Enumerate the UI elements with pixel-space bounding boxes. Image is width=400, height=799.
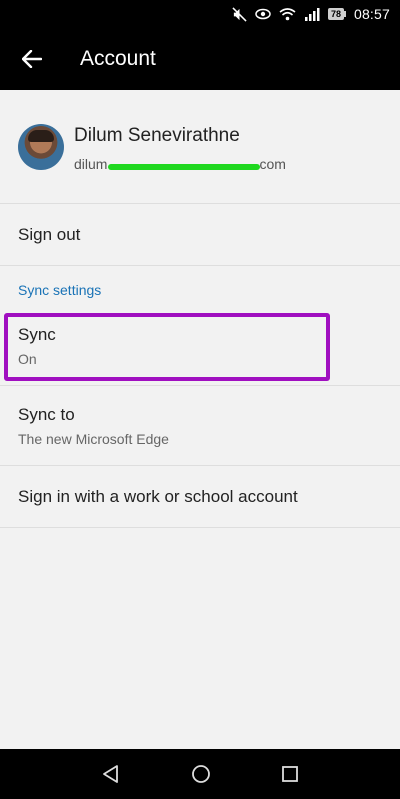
- recents-square-icon[interactable]: [281, 765, 299, 783]
- sync-item[interactable]: Sync On: [0, 306, 400, 386]
- mute-icon: [232, 6, 247, 22]
- eye-icon: [255, 8, 271, 20]
- page-title: Account: [80, 47, 156, 70]
- sync-to-label: Sync to: [18, 404, 75, 424]
- app-bar: Account: [0, 28, 400, 90]
- sync-label: Sync: [18, 324, 56, 344]
- signal-icon: [304, 8, 320, 21]
- avatar: [18, 124, 64, 170]
- arrow-left-icon: [22, 50, 42, 68]
- sync-to-value: The new Microsoft Edge: [18, 430, 169, 447]
- work-account-item[interactable]: Sign in with a work or school account: [0, 466, 400, 528]
- profile-name: Dilum Senevirathne: [74, 125, 240, 146]
- account-content: Dilum Senevirathne dilum com Sign out Syn…: [0, 90, 400, 528]
- status-bar: 78 08:57: [0, 0, 400, 28]
- work-account-label: Sign in with a work or school account: [18, 486, 298, 506]
- home-circle-icon[interactable]: [191, 764, 211, 784]
- back-button[interactable]: [0, 28, 64, 90]
- battery-level: 78: [327, 8, 344, 20]
- email-redaction-mark: [108, 164, 260, 170]
- battery-icon: 78: [327, 8, 346, 20]
- wifi-icon: [279, 8, 296, 21]
- sync-to-item[interactable]: Sync to The new Microsoft Edge: [0, 386, 400, 466]
- sync-settings-header: Sync settings: [18, 282, 102, 298]
- profile-card: Dilum Senevirathne dilum com: [0, 90, 400, 204]
- sync-status: On: [18, 350, 37, 367]
- back-triangle-icon[interactable]: [101, 764, 121, 784]
- sign-out-label: Sign out: [18, 224, 81, 244]
- sign-out-item[interactable]: Sign out: [0, 204, 400, 266]
- clock: 08:57: [353, 6, 390, 22]
- navigation-bar: [0, 749, 400, 799]
